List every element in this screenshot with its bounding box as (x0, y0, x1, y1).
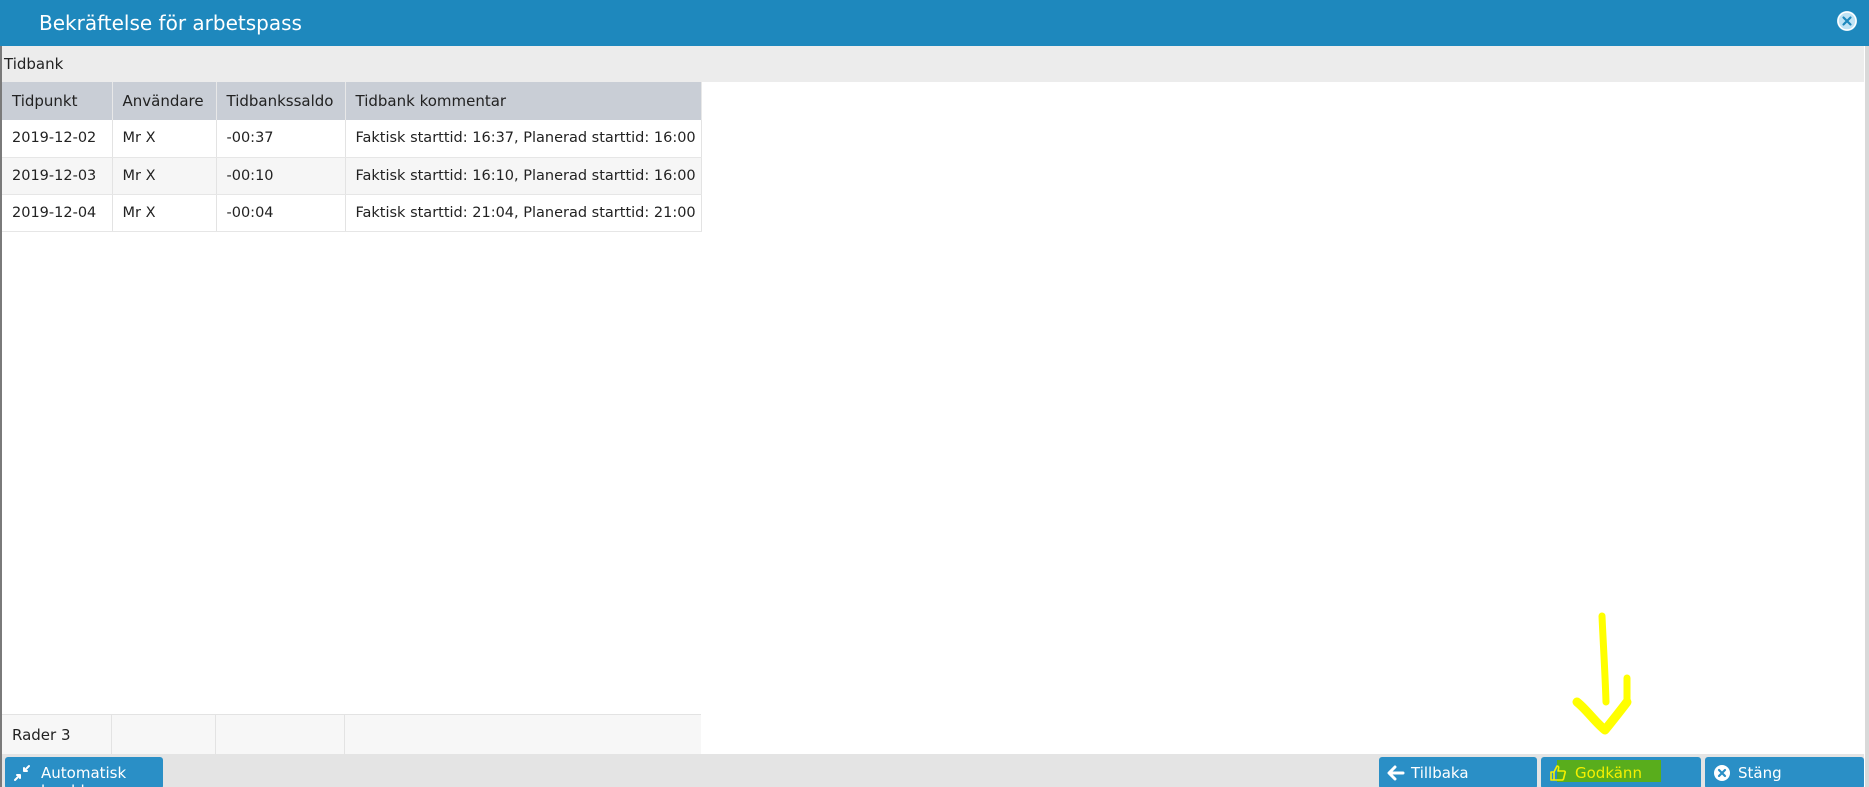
cell-tidpunkt: 2019-12-02 (2, 120, 113, 158)
close-dialog-icon[interactable] (1837, 11, 1857, 31)
auto-width-button[interactable]: Automatisk bredd (5, 757, 163, 787)
dialog-titlebar: Bekräftelse för arbetspass (0, 0, 1869, 46)
column-header-anvandare[interactable]: Användare (112, 82, 217, 120)
cell-anvandare: Mr X (112, 120, 217, 158)
dialog-scrollbar[interactable] (1865, 46, 1869, 787)
footer-cell (216, 715, 345, 755)
section-title-tidbank: Tidbank (2, 46, 1864, 82)
column-header-tidbankssaldo[interactable]: Tidbankssaldo (216, 82, 346, 120)
grid-footer: Rader 3 (2, 714, 701, 755)
auto-width-label: Automatisk bredd (41, 764, 127, 787)
table-row[interactable]: 2019-12-02 Mr X -00:37 Faktisk starttid:… (2, 120, 702, 158)
cell-saldo: -00:10 (216, 157, 346, 195)
dialog-title: Bekräftelse för arbetspass (39, 11, 302, 35)
annotation-arrow-icon (1572, 612, 1632, 735)
table-row[interactable]: 2019-12-04 Mr X -00:04 Faktisk starttid:… (2, 194, 702, 232)
footer-cell (112, 715, 216, 755)
cell-anvandare: Mr X (112, 157, 217, 195)
column-header-tidbank-kommentar[interactable]: Tidbank kommentar (345, 82, 702, 120)
arrow-left-icon (1387, 765, 1405, 781)
cell-saldo: -00:04 (216, 194, 346, 232)
compress-arrows-icon (14, 765, 30, 781)
column-header-tidpunkt[interactable]: Tidpunkt (2, 82, 113, 120)
thumbs-up-icon (1550, 765, 1566, 781)
back-button[interactable]: Tillbaka (1379, 757, 1537, 787)
confirmation-dialog: Bekräftelse för arbetspass Tidbank Tidpu… (0, 0, 1869, 787)
cell-anvandare: Mr X (112, 194, 217, 232)
close-button[interactable]: Stäng (1705, 757, 1864, 787)
row-count-label: Rader 3 (2, 715, 112, 755)
cell-kommentar: Faktisk starttid: 21:04, Planerad startt… (345, 194, 702, 232)
dialog-button-bar: Automatisk bredd Tillbaka Godkänn Stäng (2, 754, 1864, 787)
table-row[interactable]: 2019-12-03 Mr X -00:10 Faktisk starttid:… (2, 157, 702, 195)
cell-kommentar: Faktisk starttid: 16:10, Planerad startt… (345, 157, 702, 195)
cell-tidpunkt: 2019-12-04 (2, 194, 113, 232)
table-header-row: Tidpunkt Användare Tidbankssaldo Tidbank… (2, 82, 702, 120)
footer-cell (345, 715, 701, 755)
close-label: Stäng (1738, 764, 1782, 782)
back-label: Tillbaka (1411, 764, 1469, 782)
cell-saldo: -00:37 (216, 120, 346, 158)
close-circle-icon (1714, 765, 1730, 781)
cell-tidpunkt: 2019-12-03 (2, 157, 113, 195)
approve-label: Godkänn (1575, 764, 1642, 782)
tidbank-grid: Tidpunkt Användare Tidbankssaldo Tidbank… (2, 82, 702, 754)
cell-kommentar: Faktisk starttid: 16:37, Planerad startt… (345, 120, 702, 158)
approve-button[interactable]: Godkänn (1541, 757, 1701, 787)
